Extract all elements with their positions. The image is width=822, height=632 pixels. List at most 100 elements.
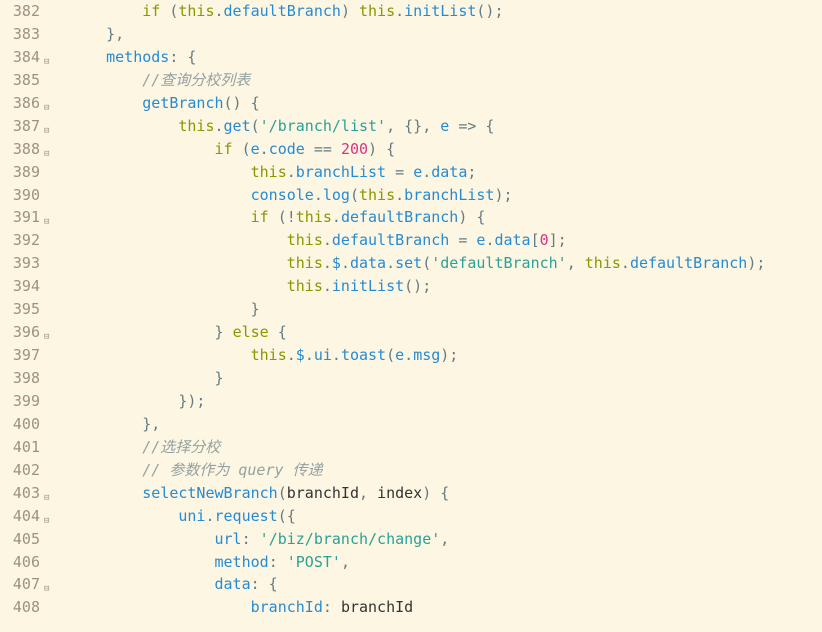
code-line[interactable]: 387⊟ this.get('/branch/list', {}, e => { xyxy=(0,115,822,138)
token: ) xyxy=(341,2,359,20)
code-content[interactable]: method: 'POST', xyxy=(70,551,822,574)
code-content[interactable]: url: '/biz/branch/change', xyxy=(70,528,822,551)
token: ]; xyxy=(549,231,567,249)
fold-collapse-icon[interactable]: ⊟ xyxy=(44,102,49,116)
code-content[interactable]: // 参数作为 query 传递 xyxy=(70,459,822,482)
code-content[interactable]: }); xyxy=(70,390,822,413)
token: $ xyxy=(332,254,341,272)
code-line[interactable]: 397 this.$.ui.toast(e.msg); xyxy=(0,344,822,367)
code-line[interactable]: 386⊟ getBranch() { xyxy=(0,92,822,115)
code-line[interactable]: 383 }, xyxy=(0,23,822,46)
token: url xyxy=(215,530,242,548)
code-content[interactable]: this.$.data.set('defaultBranch', this.de… xyxy=(70,252,822,275)
token: . xyxy=(332,208,341,226)
code-line[interactable]: 385 //查询分校列表 xyxy=(0,69,822,92)
fold-gutter[interactable]: ⊟ xyxy=(44,573,60,596)
code-line[interactable]: 404⊟ uni.request({ xyxy=(0,505,822,528)
code-content[interactable]: this.branchList = e.data; xyxy=(70,161,822,184)
fold-collapse-icon[interactable]: ⊟ xyxy=(44,125,49,139)
code-line[interactable]: 403⊟ selectNewBranch(branchId, index) { xyxy=(0,482,822,505)
code-line[interactable]: 407⊟ data: { xyxy=(0,573,822,596)
code-content[interactable]: } else { xyxy=(70,321,822,344)
code-content[interactable]: selectNewBranch(branchId, index) { xyxy=(70,482,822,505)
code-line[interactable]: 384⊟ methods: { xyxy=(0,46,822,69)
code-line[interactable]: 396⊟ } else { xyxy=(0,321,822,344)
code-content[interactable]: branchId: branchId xyxy=(70,596,822,619)
fold-collapse-icon[interactable]: ⊟ xyxy=(44,331,49,345)
code-line[interactable]: 406 method: 'POST', xyxy=(0,551,822,574)
code-content[interactable]: this.$.ui.toast(e.msg); xyxy=(70,344,822,367)
code-content[interactable]: if (this.defaultBranch) this.initList(); xyxy=(70,0,822,23)
code-line[interactable]: 400 }, xyxy=(0,413,822,436)
code-line[interactable]: 401 //选择分校 xyxy=(0,436,822,459)
fold-gutter[interactable]: ⊟ xyxy=(44,138,60,161)
code-line[interactable]: 398 } xyxy=(0,367,822,390)
code-content[interactable]: }, xyxy=(70,413,822,436)
fold-gutter[interactable]: ⊟ xyxy=(44,321,60,344)
fold-collapse-icon[interactable]: ⊟ xyxy=(44,216,49,230)
code-content[interactable]: //选择分校 xyxy=(70,436,822,459)
code-content[interactable]: methods: { xyxy=(70,46,822,69)
fold-collapse-icon[interactable]: ⊟ xyxy=(44,148,49,162)
fold-gutter[interactable]: ⊟ xyxy=(44,92,60,115)
code-line[interactable]: 390 console.log(this.branchList); xyxy=(0,184,822,207)
code-line[interactable]: 394 this.initList(); xyxy=(0,275,822,298)
code-line[interactable]: 392 this.defaultBranch = e.data[0]; xyxy=(0,229,822,252)
token xyxy=(70,140,215,158)
token: e xyxy=(395,346,404,364)
code-line[interactable]: 405 url: '/biz/branch/change', xyxy=(0,528,822,551)
code-content[interactable]: getBranch() { xyxy=(70,92,822,115)
token: ) { xyxy=(368,140,395,158)
code-line[interactable]: 391⊟ if (!this.defaultBranch) { xyxy=(0,206,822,229)
line-number: 405 xyxy=(0,528,44,551)
fold-gutter[interactable]: ⊟ xyxy=(44,505,60,528)
code-line[interactable]: 399 }); xyxy=(0,390,822,413)
token: methods xyxy=(106,48,169,66)
code-line[interactable]: 395 } xyxy=(0,298,822,321)
token: 200 xyxy=(341,140,368,158)
code-line[interactable]: 389 this.branchList = e.data; xyxy=(0,161,822,184)
token xyxy=(70,461,142,479)
code-content[interactable]: //查询分校列表 xyxy=(70,69,822,92)
fold-gutter[interactable]: ⊟ xyxy=(44,46,60,69)
token: () { xyxy=(224,94,260,112)
code-line[interactable]: 388⊟ if (e.code == 200) { xyxy=(0,138,822,161)
token xyxy=(70,507,178,525)
token xyxy=(70,254,287,272)
token xyxy=(70,117,178,135)
code-content[interactable]: } xyxy=(70,367,822,390)
token: defaultBranch xyxy=(224,2,341,20)
fold-gutter[interactable]: ⊟ xyxy=(44,115,60,138)
token: '/biz/branch/change' xyxy=(260,530,441,548)
code-line[interactable]: 382 if (this.defaultBranch) this.initLis… xyxy=(0,0,822,23)
fold-collapse-icon[interactable]: ⊟ xyxy=(44,492,49,506)
code-content[interactable]: this.initList(); xyxy=(70,275,822,298)
code-content[interactable]: console.log(this.branchList); xyxy=(70,184,822,207)
code-content[interactable]: uni.request({ xyxy=(70,505,822,528)
fold-collapse-icon[interactable]: ⊟ xyxy=(44,515,49,529)
token: if xyxy=(251,208,269,226)
code-content[interactable]: }, xyxy=(70,23,822,46)
token xyxy=(70,2,142,20)
token: . xyxy=(287,163,296,181)
token: . xyxy=(341,254,350,272)
token: . xyxy=(332,346,341,364)
code-content[interactable]: data: { xyxy=(70,573,822,596)
code-line[interactable]: 408 branchId: branchId xyxy=(0,596,822,619)
fold-gutter[interactable]: ⊟ xyxy=(44,482,60,505)
code-content[interactable]: if (!this.defaultBranch) { xyxy=(70,206,822,229)
fold-gutter[interactable]: ⊟ xyxy=(44,206,60,229)
code-line[interactable]: 393 this.$.data.set('defaultBranch', thi… xyxy=(0,252,822,275)
line-number: 392 xyxy=(0,229,44,252)
fold-collapse-icon[interactable]: ⊟ xyxy=(44,56,49,70)
token: code xyxy=(269,140,305,158)
code-line[interactable]: 402 // 参数作为 query 传递 xyxy=(0,459,822,482)
token: ); xyxy=(747,254,765,272)
fold-collapse-icon[interactable]: ⊟ xyxy=(44,583,49,597)
code-content[interactable]: } xyxy=(70,298,822,321)
code-content[interactable]: this.defaultBranch = e.data[0]; xyxy=(70,229,822,252)
code-content[interactable]: this.get('/branch/list', {}, e => { xyxy=(70,115,822,138)
code-content[interactable]: if (e.code == 200) { xyxy=(70,138,822,161)
token: = xyxy=(386,163,413,181)
line-number: 406 xyxy=(0,551,44,574)
